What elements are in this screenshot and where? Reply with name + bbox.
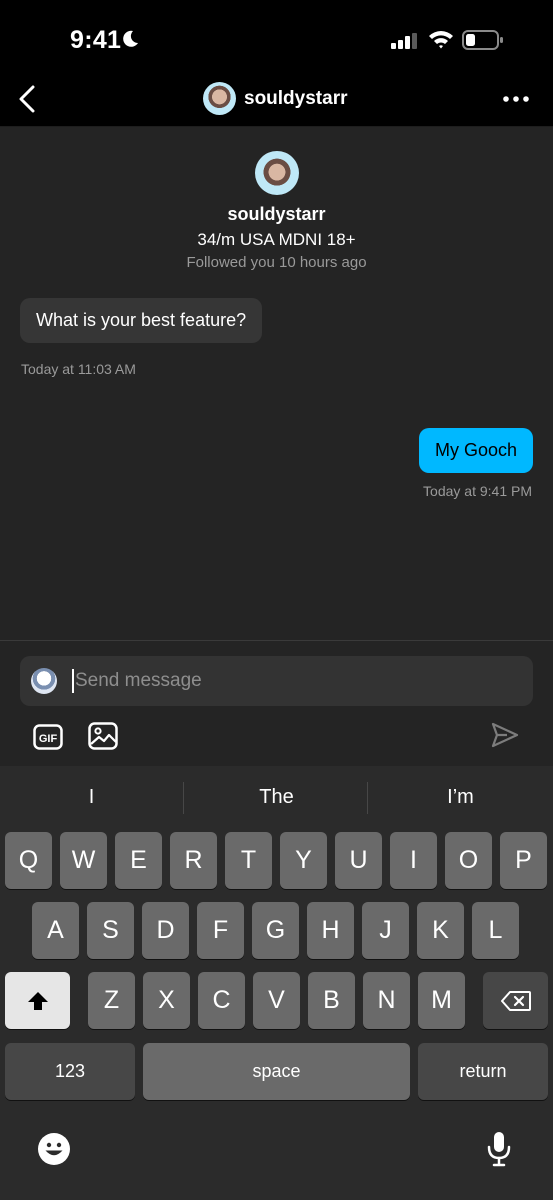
key-d[interactable]: D [142,902,189,959]
status-time: 9:41 [70,26,122,54]
key-z[interactable]: Z [88,972,135,1029]
suggestion-divider [183,782,184,814]
key-n[interactable]: N [363,972,410,1029]
key-j[interactable]: J [362,902,409,959]
key-f[interactable]: F [197,902,244,959]
composer-avatar [31,668,57,694]
shift-arrow-icon [27,991,48,1010]
key-g[interactable]: G [252,902,299,959]
profile-name[interactable]: souldystarr [0,204,553,225]
header-username[interactable]: souldystarr [244,88,347,110]
chevron-left-icon [19,85,35,113]
gif-icon: GIF [33,724,63,750]
back-button[interactable] [10,80,44,118]
key-k[interactable]: K [417,902,464,959]
delete-key[interactable] [483,972,548,1029]
microphone-icon [487,1132,511,1167]
status-bar: 9:41 [0,0,553,72]
keyboard: I The I’m Q W E R T Y U I O P A S D F G … [0,766,553,1200]
suggestion-3[interactable]: I’m [409,786,512,812]
key-q[interactable]: Q [5,832,52,889]
key-b[interactable]: B [308,972,355,1029]
key-y[interactable]: Y [280,832,327,889]
incoming-message-bubble[interactable]: What is your best feature? [20,298,263,343]
incoming-message-timestamp: Today at 11:03 AM [21,361,136,377]
message-composer: GIF [0,640,553,766]
suggestion-1[interactable]: I [40,786,143,812]
outgoing-message-bubble[interactable]: My Gooch [418,428,533,473]
key-a[interactable]: A [32,902,79,959]
image-button[interactable] [88,722,118,755]
emoji-button[interactable] [37,1132,71,1171]
key-x[interactable]: X [143,972,190,1029]
followed-status: Followed you 10 hours ago [186,254,367,271]
key-p[interactable]: P [500,832,547,889]
suggestion-divider [367,782,368,814]
key-s[interactable]: S [87,902,134,959]
more-dots-icon [503,96,529,102]
gif-button[interactable]: GIF [33,724,63,755]
message-input[interactable] [75,666,495,696]
key-t[interactable]: T [225,832,272,889]
backspace-icon [500,990,531,1011]
image-icon [88,722,118,750]
key-i[interactable]: I [390,832,437,889]
battery-icon [462,29,504,56]
text-cursor [72,669,74,693]
send-icon [491,722,519,748]
key-u[interactable]: U [335,832,382,889]
key-m[interactable]: M [418,972,465,1029]
message-box[interactable] [20,656,533,706]
svg-text:GIF: GIF [39,733,58,745]
profile-bio: 34/m USA MDNI 18+ [197,230,356,249]
space-key[interactable]: space [143,1043,410,1100]
outgoing-message-timestamp: Today at 9:41 PM [423,483,532,499]
key-e[interactable]: E [115,832,162,889]
wifi-icon [428,29,454,54]
conversation-header: souldystarr [0,72,553,127]
cellular-signal-icon [391,33,419,54]
more-options-button[interactable] [498,86,534,112]
suggestion-2[interactable]: The [225,786,328,812]
key-v[interactable]: V [253,972,300,1029]
profile-avatar[interactable] [255,151,299,195]
dictation-button[interactable] [485,1130,513,1173]
shift-key[interactable] [5,972,70,1029]
key-w[interactable]: W [60,832,107,889]
key-c[interactable]: C [198,972,245,1029]
key-h[interactable]: H [307,902,354,959]
key-o[interactable]: O [445,832,492,889]
send-button[interactable] [490,721,520,754]
header-avatar[interactable] [203,82,236,115]
numbers-key[interactable]: 123 [5,1043,135,1100]
moon-icon [120,29,140,54]
return-key[interactable]: return [418,1043,548,1100]
key-l[interactable]: L [472,902,519,959]
emoji-icon [38,1133,70,1165]
key-r[interactable]: R [170,832,217,889]
